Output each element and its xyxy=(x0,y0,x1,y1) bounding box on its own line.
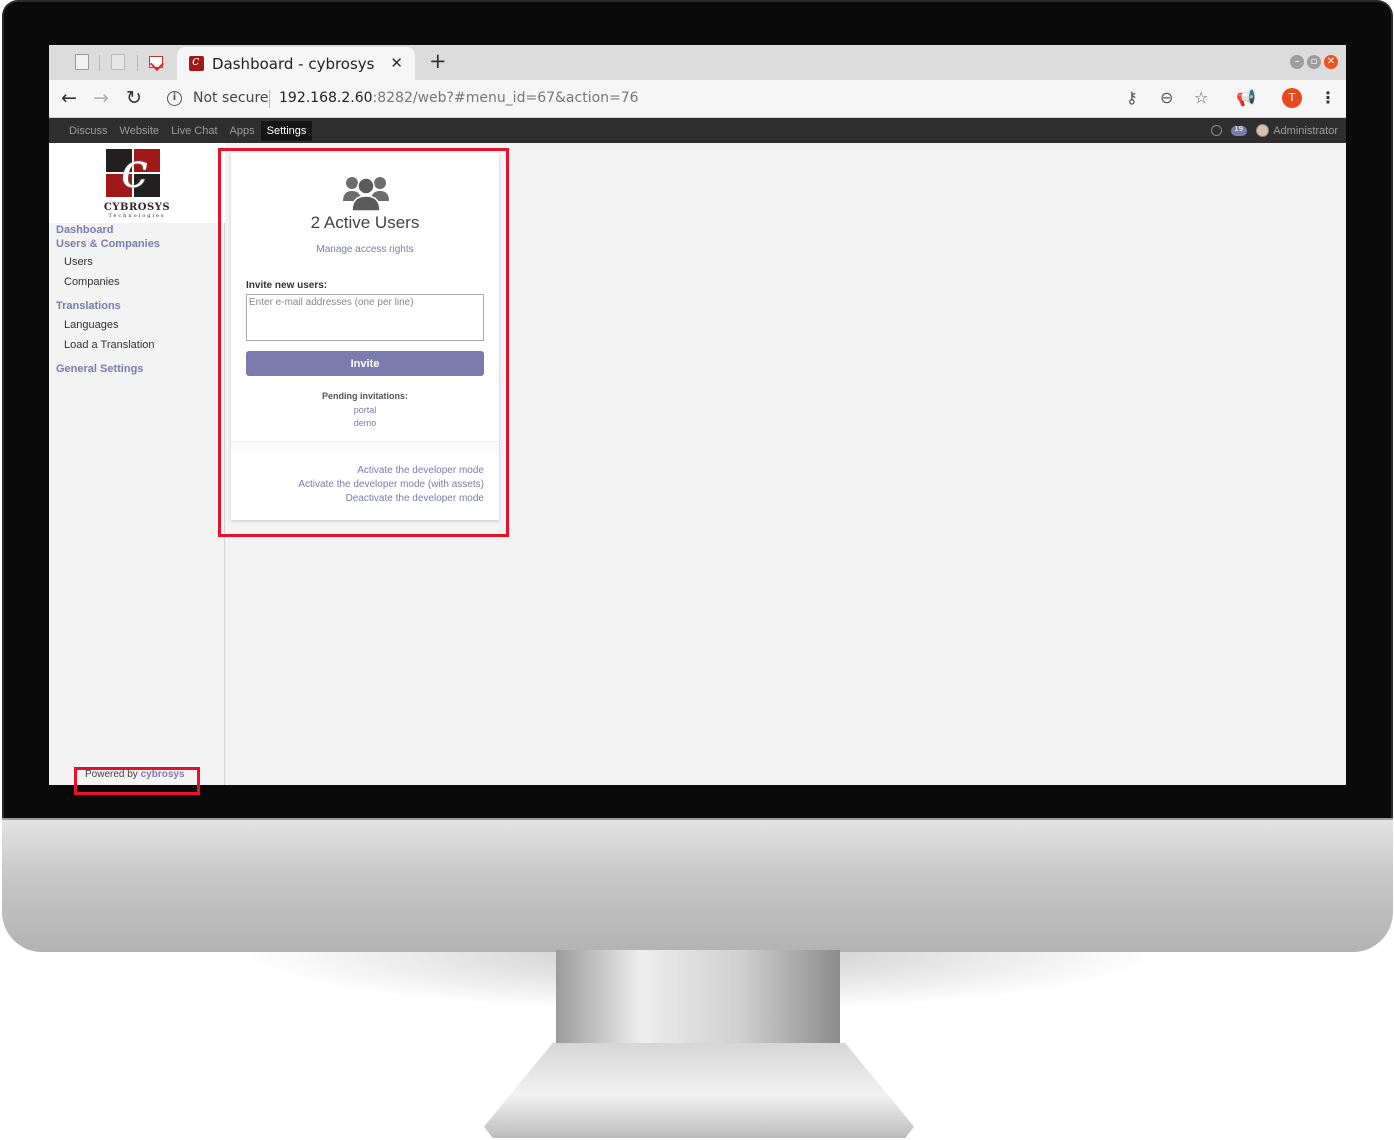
browser-tab-strip: Dashboard - cybrosys ✕ + – ▫ ✕ xyxy=(49,45,1346,80)
app-menu: Discuss Website Live Chat Apps Settings xyxy=(63,118,313,143)
cybrosys-favicon-icon xyxy=(189,54,204,71)
menu-discuss[interactable]: Discuss xyxy=(63,121,114,141)
menu-website[interactable]: Website xyxy=(114,121,166,141)
bookmark-star-icon[interactable]: ☆ xyxy=(1194,88,1208,107)
tab-title: Dashboard - cybrosys xyxy=(212,55,375,73)
forward-arrow-icon[interactable]: → xyxy=(93,87,109,109)
pinned-tab-page-icon[interactable] xyxy=(111,54,125,70)
sidebar-item-translations[interactable]: Translations xyxy=(56,300,121,312)
gmail-icon[interactable] xyxy=(149,56,163,68)
message-count-badge: 19 xyxy=(1234,124,1244,133)
messaging-icon[interactable]: 19 xyxy=(1231,124,1248,136)
url-field[interactable]: 192.168.2.60:8282/web?#menu_id=67&action… xyxy=(279,90,639,106)
info-icon[interactable]: i xyxy=(167,91,182,106)
not-secure-label[interactable]: Not secure xyxy=(193,90,269,106)
sidebar-item-languages[interactable]: Languages xyxy=(64,319,118,331)
odoo-top-nav: Discuss Website Live Chat Apps Settings … xyxy=(49,118,1346,143)
tab-close-icon[interactable]: ✕ xyxy=(390,54,403,72)
activity-clock-icon[interactable] xyxy=(1211,125,1223,136)
sidebar-item-users[interactable]: Users xyxy=(64,256,93,268)
monitor-stand-neck xyxy=(556,950,840,1045)
highlight-box-card xyxy=(218,148,509,537)
close-window-button[interactable]: ✕ xyxy=(1324,55,1338,69)
back-arrow-icon[interactable]: ← xyxy=(61,87,77,109)
sidebar-item-users-companies[interactable]: Users & Companies xyxy=(56,238,160,250)
cybrosys-logo-mark: c xyxy=(106,143,162,199)
menu-settings[interactable]: Settings xyxy=(260,120,313,141)
sidebar-item-general-settings[interactable]: General Settings xyxy=(56,363,143,375)
reload-icon[interactable]: ↻ xyxy=(126,87,142,109)
tab-separator xyxy=(137,55,138,71)
kebab-menu-icon[interactable]: ⋮ xyxy=(1320,88,1336,107)
user-avatar xyxy=(1256,124,1270,137)
pinned-tab-page-icon[interactable] xyxy=(75,54,89,70)
megaphone-icon[interactable]: 📢 xyxy=(1236,88,1256,107)
company-logo: c CYBROSYS Technologies xyxy=(49,143,225,223)
logo-wordmark: CYBROSYS xyxy=(103,202,171,213)
logo-tagline: Technologies xyxy=(108,213,166,219)
monitor-chin xyxy=(2,818,1393,952)
menu-apps[interactable]: Apps xyxy=(224,121,261,141)
tab-separator xyxy=(99,55,100,71)
window-controls: – ▫ ✕ xyxy=(1290,55,1338,69)
address-bar: ← → ↻ i Not secure 192.168.2.60:8282/web… xyxy=(49,80,1346,118)
settings-sidebar: c CYBROSYS Technologies Dashboard Users … xyxy=(49,143,225,785)
systray: 19 Administrator xyxy=(1211,118,1338,143)
user-name: Administrator xyxy=(1273,124,1338,137)
url-path: :8282/web?#menu_id=67&action=76 xyxy=(372,90,639,106)
sidebar-item-load-translation[interactable]: Load a Translation xyxy=(64,339,155,351)
url-host: 192.168.2.60 xyxy=(279,90,373,106)
profile-avatar[interactable]: T xyxy=(1282,88,1302,108)
monitor-stand-foot xyxy=(484,1043,914,1138)
new-tab-button[interactable]: + xyxy=(429,49,447,73)
sidebar-item-companies[interactable]: Companies xyxy=(64,276,120,288)
key-icon[interactable]: ⚷ xyxy=(1126,88,1138,107)
maximize-button[interactable]: ▫ xyxy=(1307,55,1321,69)
user-menu[interactable]: Administrator xyxy=(1256,124,1338,137)
menu-live-chat[interactable]: Live Chat xyxy=(165,121,223,141)
highlight-box-powered-by xyxy=(74,767,200,795)
tab-active[interactable]: Dashboard - cybrosys ✕ xyxy=(177,47,415,80)
minimize-button[interactable]: – xyxy=(1290,55,1304,69)
zoom-out-icon[interactable]: ⊖ xyxy=(1160,88,1173,107)
sidebar-item-dashboard[interactable]: Dashboard xyxy=(56,224,113,236)
url-separator xyxy=(269,90,270,108)
